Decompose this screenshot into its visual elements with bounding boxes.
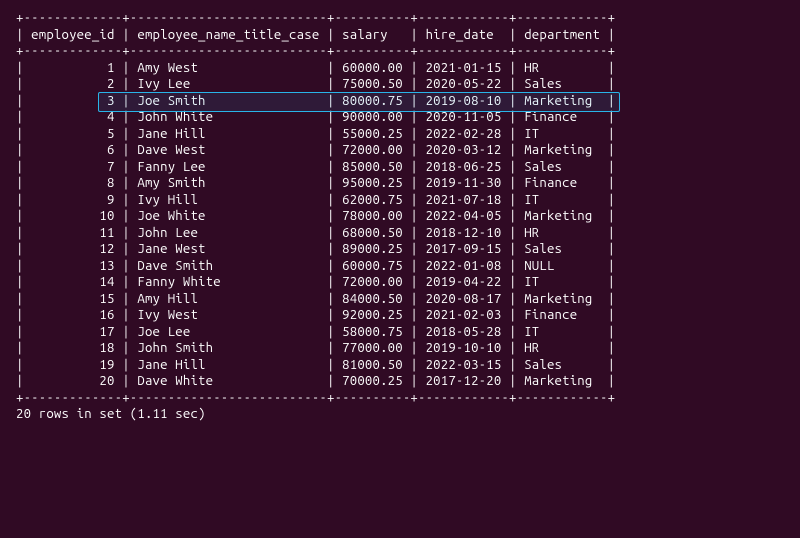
- table-row[interactable]: | 10 | Joe White | 78000.00 | 2022-04-05…: [16, 208, 786, 225]
- table-row[interactable]: | 12 | Jane West | 89000.25 | 2017-09-15…: [16, 241, 786, 258]
- table-row[interactable]: | 1 | Amy West | 60000.00 | 2021-01-15 |…: [16, 60, 786, 77]
- terminal-output: +-------------+-------------------------…: [0, 0, 800, 439]
- table-row[interactable]: | 4 | John White | 90000.00 | 2020-11-05…: [16, 109, 786, 126]
- table-row[interactable]: | 18 | John Smith | 77000.00 | 2019-10-1…: [16, 340, 786, 357]
- table-row[interactable]: | 17 | Joe Lee | 58000.75 | 2018-05-28 |…: [16, 324, 786, 341]
- table-row[interactable]: | 3 | Joe Smith | 80000.75 | 2019-08-10 …: [16, 93, 786, 110]
- table-border: +-------------+-------------------------…: [16, 10, 786, 27]
- table-row[interactable]: | 2 | Ivy Lee | 75000.50 | 2020-05-22 | …: [16, 76, 786, 93]
- table-row[interactable]: | 13 | Dave Smith | 60000.75 | 2022-01-0…: [16, 258, 786, 275]
- table-border: +-------------+-------------------------…: [16, 390, 786, 407]
- table-row[interactable]: | 11 | John Lee | 68000.50 | 2018-12-10 …: [16, 225, 786, 242]
- table-header: | employee_id | employee_name_title_case…: [16, 27, 786, 44]
- table-row[interactable]: | 6 | Dave West | 72000.00 | 2020-03-12 …: [16, 142, 786, 159]
- result-footer: 20 rows in set (1.11 sec): [16, 406, 786, 423]
- table-row[interactable]: | 19 | Jane Hill | 81000.50 | 2022-03-15…: [16, 357, 786, 374]
- table-row[interactable]: | 16 | Ivy West | 92000.25 | 2021-02-03 …: [16, 307, 786, 324]
- table-row[interactable]: | 15 | Amy Hill | 84000.50 | 2020-08-17 …: [16, 291, 786, 308]
- table-row[interactable]: | 14 | Fanny White | 72000.00 | 2019-04-…: [16, 274, 786, 291]
- table-row[interactable]: | 5 | Jane Hill | 55000.25 | 2022-02-28 …: [16, 126, 786, 143]
- table-row[interactable]: | 20 | Dave White | 70000.25 | 2017-12-2…: [16, 373, 786, 390]
- table-row[interactable]: | 9 | Ivy Hill | 62000.75 | 2021-07-18 |…: [16, 192, 786, 209]
- table-row[interactable]: | 8 | Amy Smith | 95000.25 | 2019-11-30 …: [16, 175, 786, 192]
- table-border: +-------------+-------------------------…: [16, 43, 786, 60]
- table-row[interactable]: | 7 | Fanny Lee | 85000.50 | 2018-06-25 …: [16, 159, 786, 176]
